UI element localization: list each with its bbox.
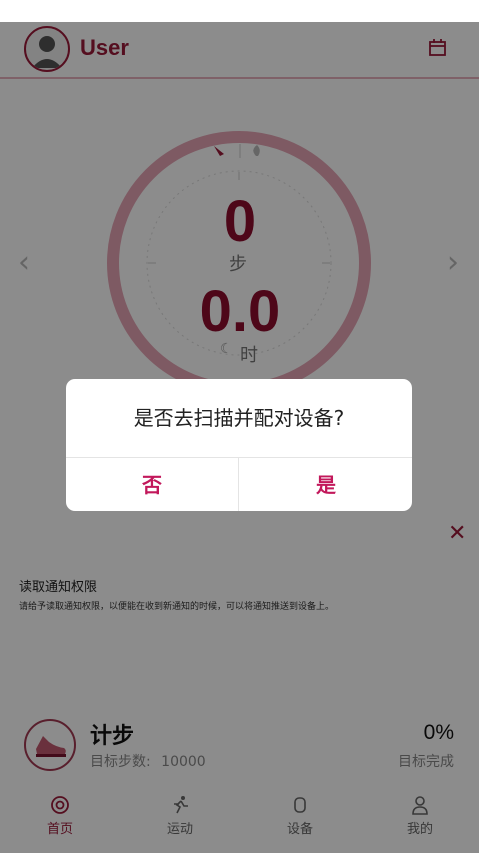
status-time: 3:45 (447, 3, 471, 17)
pair-device-dialog: 是否去扫描并配对设备? 否 是 (66, 379, 412, 511)
dialog-divider (238, 458, 239, 511)
dialog-message: 是否去扫描并配对设备? (133, 406, 345, 430)
status-bar: 3:45 (0, 0, 479, 22)
dialog-buttons: 否 是 (66, 457, 412, 511)
notification-icon (8, 4, 20, 16)
no-button[interactable]: 否 (66, 458, 238, 511)
yes-button[interactable]: 是 (240, 458, 412, 511)
